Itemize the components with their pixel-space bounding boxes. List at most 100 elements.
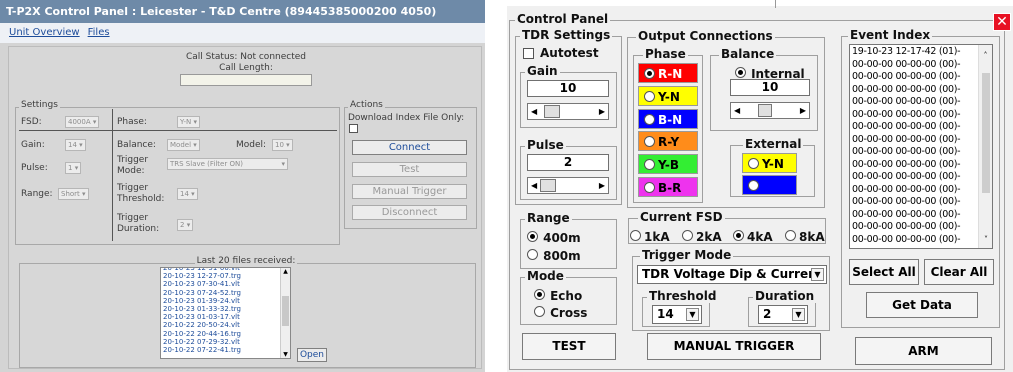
range-option-800m[interactable]: 800m	[527, 245, 581, 264]
scroll-up-icon[interactable]: ˄	[979, 51, 992, 60]
phase-option-y-b[interactable]: Y-B	[638, 154, 698, 175]
trigger-duration-select[interactable]: 2 ▾	[177, 219, 194, 231]
files-listbox[interactable]: 20-10-23 12-51-00.vlt 20-10-23 12-27-07.t…	[160, 267, 291, 359]
slider-left-icon[interactable]: ◀	[734, 106, 740, 115]
file-list-item[interactable]: 20-10-23 01-33-32.trg	[163, 305, 278, 313]
select-all-button[interactable]: Select All	[849, 259, 919, 285]
range-label: Range:	[21, 189, 53, 199]
unit-overview-link[interactable]: Unit Overview	[9, 27, 80, 38]
close-button[interactable]: ✕	[993, 13, 1011, 31]
manual-trigger-button[interactable]: MANUAL TRIGGER	[647, 333, 821, 360]
event-list-item[interactable]: 00-00-00 00-00-00 (00)-	[852, 159, 977, 172]
slider-right-icon[interactable]: ▶	[599, 181, 605, 190]
radio-icon	[644, 182, 655, 193]
gain-slider[interactable]: ◀ ▶	[527, 103, 609, 120]
scroll-down-icon[interactable]: ▼	[281, 351, 290, 358]
phase-option-b-n[interactable]: B-N	[638, 108, 698, 129]
mode-option-cross[interactable]: Cross	[534, 302, 587, 321]
event-list-item[interactable]: 00-00-00 00-00-00 (00)-	[852, 84, 977, 97]
event-index-listbox[interactable]: 19-10-23 12-17-42 (01)- 00-00-00 00-00-00…	[849, 44, 993, 249]
gain-slider-thumb[interactable]	[544, 105, 560, 118]
file-list-item[interactable]: 20-10-23 01-39-24.vlt	[163, 297, 278, 305]
event-list-item[interactable]: 00-00-00 00-00-00 (00)-	[852, 221, 977, 234]
phase-option-y-n[interactable]: Y-N	[638, 85, 698, 106]
file-list-item[interactable]: 20-10-22 20-44-16.trg	[163, 330, 278, 338]
phase-option-b-r[interactable]: B-R	[638, 177, 698, 197]
dropdown-arrow-icon[interactable]: ▼	[792, 308, 805, 321]
duration-dropdown[interactable]: 2 ▼	[758, 305, 808, 324]
trigger-mode-dropdown[interactable]: TDR Voltage Dip & Current ▼	[637, 265, 827, 284]
dropdown-arrow-icon[interactable]: ▼	[811, 268, 824, 281]
scroll-thumb[interactable]	[982, 73, 990, 193]
range-option-400m[interactable]: 400m	[527, 227, 581, 246]
file-list-item[interactable]: 20-10-23 07-30-41.vlt	[163, 280, 278, 288]
settings-legend: Settings	[19, 100, 60, 110]
event-list-item[interactable]: 00-00-00 00-00-00 (00)-	[852, 59, 977, 72]
pulse-slider[interactable]: ◀ ▶	[527, 177, 609, 194]
scroll-down-icon[interactable]: ˅	[979, 235, 992, 244]
file-list-item[interactable]: 20-10-22 07-29-32.vlt	[163, 338, 278, 346]
arm-button[interactable]: ARM	[855, 337, 992, 365]
fsd-option-2ka[interactable]: 2kA	[682, 226, 722, 245]
test-button[interactable]: Test	[352, 162, 467, 177]
event-list-item[interactable]: 00-00-00 00-00-00 (00)-	[852, 196, 977, 209]
slider-left-icon[interactable]: ◀	[531, 107, 537, 116]
scroll-thumb[interactable]	[282, 296, 289, 326]
external-option-b-n[interactable]: B-N	[742, 175, 797, 195]
event-list-item[interactable]: 19-10-23 12-17-42 (01)-	[852, 46, 977, 59]
pulse-slider-thumb[interactable]	[540, 179, 556, 192]
phase-option-r-y[interactable]: R-Y	[638, 131, 698, 152]
trigger-mode-select[interactable]: TRS Slave (Filter ON) ▾	[167, 158, 288, 170]
event-list-item[interactable]: 00-00-00 00-00-00 (00)-	[852, 109, 977, 122]
phase-select[interactable]: Y-N ▾	[177, 116, 200, 128]
event-list-item[interactable]: 00-00-00 00-00-00 (00)-	[852, 146, 977, 159]
dropdown-arrow-icon[interactable]: ▼	[686, 308, 699, 321]
trigger-threshold-select[interactable]: 14 ▾	[177, 188, 198, 200]
balance-slider-thumb[interactable]	[758, 104, 772, 117]
event-list-item[interactable]: 00-00-00 00-00-00 (00)-	[852, 171, 977, 184]
event-list-item[interactable]: 00-00-00 00-00-00 (00)-	[852, 209, 977, 222]
fsd-option-8ka[interactable]: 8kA	[785, 226, 825, 245]
threshold-dropdown[interactable]: 14 ▼	[652, 305, 702, 324]
event-list-item[interactable]: 00-00-00 00-00-00 (00)-	[852, 71, 977, 84]
download-index-checkbox[interactable]	[349, 124, 358, 133]
fsd-select[interactable]: 4000A ▾	[65, 116, 100, 128]
range-select[interactable]: Short ▾	[58, 188, 89, 200]
disconnect-button[interactable]: Disconnect	[352, 205, 467, 220]
open-button[interactable]: Open	[297, 348, 327, 362]
pulse-value-box: 2	[527, 154, 609, 171]
slider-right-icon[interactable]: ▶	[800, 106, 806, 115]
file-list-item[interactable]: 20-10-22 20-50-24.vlt	[163, 321, 278, 329]
radio-selected-icon	[735, 67, 746, 78]
event-list-item[interactable]: 00-00-00 00-00-00 (00)-	[852, 234, 977, 247]
files-scrollbar[interactable]: ▲ ▼	[280, 268, 290, 358]
file-list-item[interactable]: 20-10-22 07-22-41.trg	[163, 346, 278, 354]
external-option-y-n[interactable]: Y-N	[742, 153, 797, 173]
event-list-item[interactable]: 00-00-00 00-00-00 (00)-	[852, 96, 977, 109]
test-button[interactable]: TEST	[522, 333, 616, 360]
clear-all-button[interactable]: Clear All	[924, 259, 994, 285]
autotest-checkbox[interactable]	[523, 48, 534, 59]
balance-slider[interactable]: ◀ ▶	[730, 102, 810, 119]
fsd-option-1ka[interactable]: 1kA	[630, 226, 670, 245]
event-list-item[interactable]: 00-00-00 00-00-00 (00)-	[852, 184, 977, 197]
file-list-item[interactable]: 20-10-23 12-27-07.trg	[163, 272, 278, 280]
slider-right-icon[interactable]: ▶	[599, 107, 605, 116]
event-scrollbar[interactable]: ˄ ˅	[978, 45, 992, 248]
file-list-item[interactable]: 20-10-23 01-03-17.vlt	[163, 313, 278, 321]
balance-select[interactable]: Model ▾	[167, 139, 200, 151]
scroll-up-icon[interactable]: ▲	[281, 268, 290, 275]
event-list-item[interactable]: 00-00-00 00-00-00 (00)-	[852, 134, 977, 147]
phase-option-r-n[interactable]: R-N	[638, 63, 698, 83]
fsd-option-4ka[interactable]: 4kA	[733, 226, 773, 245]
model-select[interactable]: 10 ▾	[272, 139, 293, 151]
files-link[interactable]: Files	[88, 27, 110, 38]
slider-left-icon[interactable]: ◀	[531, 181, 537, 190]
get-data-button[interactable]: Get Data	[866, 292, 978, 318]
connect-button[interactable]: Connect	[352, 140, 467, 155]
gain-select[interactable]: 14 ▾	[65, 139, 86, 151]
event-list-item[interactable]: 00-00-00 00-00-00 (00)-	[852, 121, 977, 134]
file-list-item[interactable]: 20-10-23 07-24-52.trg	[163, 289, 278, 297]
pulse-select[interactable]: 1 ▾	[65, 162, 82, 174]
manual-trigger-button[interactable]: Manual Trigger	[352, 184, 467, 199]
